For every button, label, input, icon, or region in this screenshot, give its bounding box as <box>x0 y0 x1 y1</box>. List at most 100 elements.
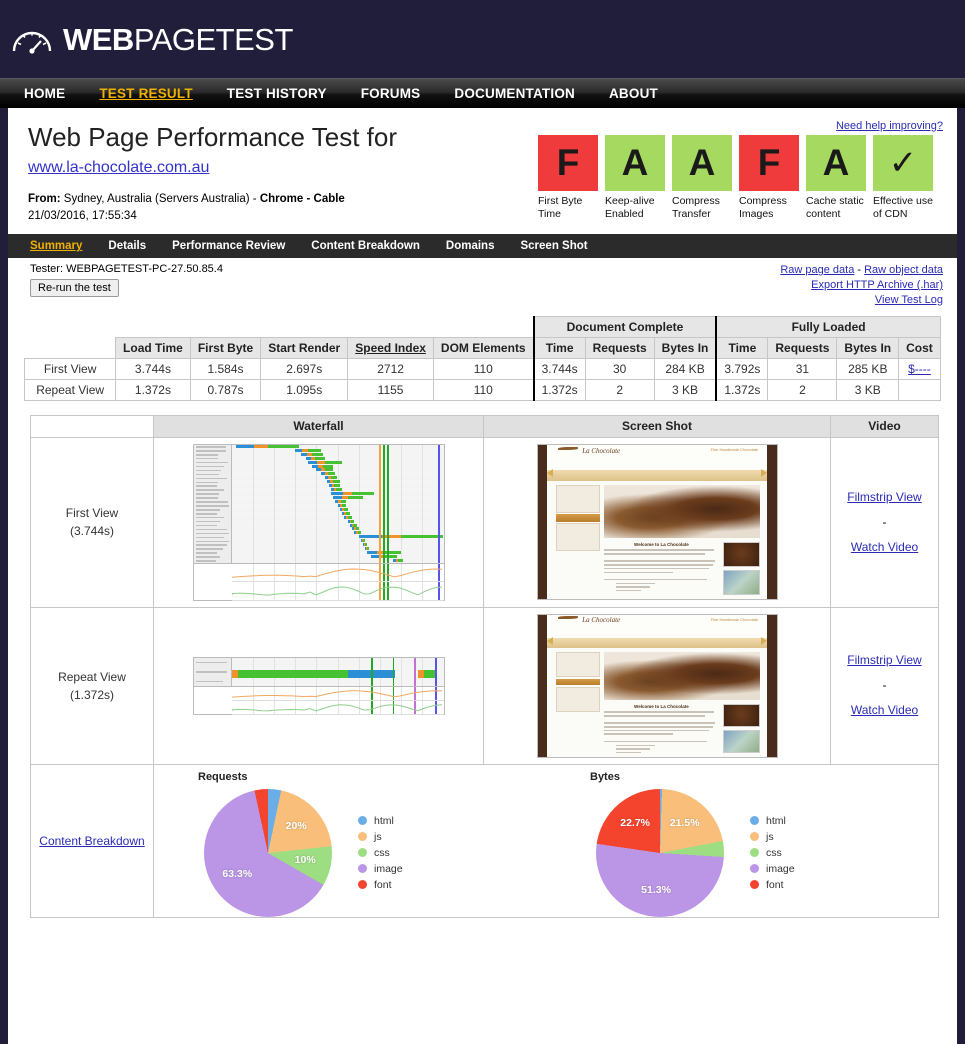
filmstrip-view-link[interactable]: Filmstrip View <box>847 490 921 504</box>
grade-label: Compress Transfer <box>672 195 732 220</box>
waterfall-request-bar <box>418 670 424 678</box>
screenshot-product-thumb <box>723 704 760 727</box>
masthead: WEBPAGETEST <box>0 0 965 78</box>
pie-charts: Requests 20% 10% 63.3% html js css image… <box>154 765 938 917</box>
raw-data-links-row: Raw page data - Raw object data <box>780 263 943 278</box>
grade-keep-alive-enabled[interactable]: A Keep-alive Enabled <box>605 135 665 220</box>
waterfall-request-bar <box>365 543 367 546</box>
site-screenshot-thumbnail[interactable]: La Chocolate Fine Handmade Chocolate Wel… <box>537 614 778 758</box>
nav-item-test-result[interactable]: TEST RESULT <box>99 86 192 101</box>
nav-item-test-history[interactable]: TEST HISTORY <box>227 86 327 101</box>
waterfall-request-bar <box>333 480 339 483</box>
tab-domains[interactable]: Domains <box>446 240 495 252</box>
need-help-improving-link[interactable]: Need help improving? <box>836 120 943 132</box>
repeat-view-screenshot-cell[interactable]: La Chocolate Fine Handmade Chocolate Wel… <box>484 607 831 764</box>
sidebar-box <box>556 687 600 712</box>
cell-dc-requests: 2 <box>585 379 654 400</box>
cost-link[interactable]: $---- <box>908 362 931 376</box>
nav-item-forums[interactable]: FORUMS <box>361 86 421 101</box>
legend-item: image <box>358 861 403 877</box>
cell-fl-time: 3.792s <box>716 358 768 379</box>
first-view-waterfall-cell[interactable] <box>154 437 484 607</box>
grade-compress-transfer[interactable]: A Compress Transfer <box>672 135 732 220</box>
legend-label: font <box>374 879 392 891</box>
waterfall-request-bar <box>367 551 376 554</box>
main-nav: HOME TEST RESULT TEST HISTORY FORUMS DOC… <box>0 78 965 108</box>
nav-item-about[interactable]: ABOUT <box>609 86 658 101</box>
repeat-view-label-cell: Repeat View (1.372s) <box>31 607 154 764</box>
re-run-test-button[interactable]: Re-run the test <box>30 279 119 297</box>
content-breakdown-link[interactable]: Content Breakdown <box>39 834 144 848</box>
tab-details[interactable]: Details <box>108 240 146 252</box>
views-blank-header <box>31 415 154 437</box>
grade-first-byte-time[interactable]: F First Byte Time <box>538 135 598 220</box>
waterfall-request-bar <box>358 531 361 534</box>
grade-label: Compress Images <box>739 195 799 220</box>
bytes-chart-row: 21.5% 51.3% 22.7% html js css image font <box>546 789 938 917</box>
waterfall-request-bar <box>334 484 339 487</box>
waterfall-request-bar <box>401 535 443 538</box>
screenshot-frame: La Chocolate Fine Handmade Chocolate Wel… <box>538 615 777 757</box>
waterfall-request-bar <box>384 555 397 558</box>
grade-effective-use-of-cdn[interactable]: ✓ Effective use of CDN <box>873 135 933 220</box>
pie-slice-label: 20% <box>280 820 312 832</box>
screenshot-product-thumb <box>723 570 760 595</box>
waterfall-request-bar <box>344 508 348 511</box>
site-logo[interactable]: WEBPAGETEST <box>10 21 293 57</box>
col-first-byte: First Byte <box>190 337 260 358</box>
waterfall-request-bar <box>325 461 342 464</box>
legend-label: image <box>766 863 795 875</box>
waterfall-request-bar <box>356 527 359 530</box>
grade-compress-images[interactable]: F Compress Images <box>739 135 799 220</box>
nav-arrow-left-icon <box>547 469 553 477</box>
screenshot-body-text: Welcome to La Chocolate <box>604 704 718 751</box>
tab-content-breakdown[interactable]: Content Breakdown <box>311 240 420 252</box>
col-fl-bytes-in: Bytes In <box>837 337 899 358</box>
waterfall-thumbnail[interactable] <box>193 444 445 601</box>
view-time: (3.744s) <box>32 522 152 540</box>
view-test-log-link[interactable]: View Test Log <box>875 294 943 306</box>
tested-url-link[interactable]: www.la-chocolate.com.au <box>28 159 209 177</box>
waterfall-request-bar <box>333 496 341 499</box>
waterfall-thumbnail[interactable] <box>193 657 445 715</box>
raw-page-data-link[interactable]: Raw page data <box>780 264 854 276</box>
nav-item-documentation[interactable]: DOCUMENTATION <box>454 86 575 101</box>
tab-screen-shot[interactable]: Screen Shot <box>520 240 587 252</box>
nav-item-home[interactable]: HOME <box>24 86 65 101</box>
raw-object-data-link[interactable]: Raw object data <box>864 264 943 276</box>
video-links-separator: - <box>883 515 887 529</box>
from-label: From: <box>28 193 61 205</box>
content-breakdown-label-cell[interactable]: Content Breakdown <box>31 764 154 917</box>
filmstrip-view-link[interactable]: Filmstrip View <box>847 653 921 667</box>
help-link-row: Need help improving? <box>538 120 943 132</box>
screenshot-hero-image <box>604 485 760 537</box>
cell-first-byte: 1.584s <box>190 358 260 379</box>
cpu-graph <box>232 582 444 601</box>
repeat-view-waterfall-cell[interactable] <box>154 607 484 764</box>
blank-corner <box>433 316 533 337</box>
screenshot-site-nav <box>547 470 767 481</box>
legend-label: font <box>766 879 784 891</box>
screenshot-frame: La Chocolate Fine Handmade Chocolate Wel… <box>538 445 777 599</box>
cell-cost[interactable]: $---- <box>899 358 941 379</box>
row-label-repeat-view: Repeat View <box>25 379 116 400</box>
waterfall-request-bar <box>353 524 356 527</box>
row-label-first-view: First View <box>25 358 116 379</box>
bytes-pie-chart: 21.5% 51.3% 22.7% <box>596 789 724 917</box>
col-speed-index[interactable]: Speed Index <box>348 337 434 358</box>
tab-performance-review[interactable]: Performance Review <box>172 240 285 252</box>
site-screenshot-thumbnail[interactable]: La Chocolate Fine Handmade Chocolate Wel… <box>537 444 778 600</box>
waterfall-request-bar <box>331 492 343 495</box>
grade-cache-static-content[interactable]: A Cache static content <box>806 135 866 220</box>
tab-summary[interactable]: Summary <box>30 240 82 252</box>
logo-test: TEST <box>216 22 293 57</box>
screenshot-site-nav <box>547 638 767 648</box>
watch-video-link[interactable]: Watch Video <box>851 540 918 554</box>
legend-label: image <box>374 863 403 875</box>
cell-fl-time: 1.372s <box>716 379 768 400</box>
first-view-screenshot-cell[interactable]: La Chocolate Fine Handmade Chocolate Wel… <box>484 437 831 607</box>
cell-cost <box>899 379 941 400</box>
waterfall-request-bar <box>312 453 323 456</box>
watch-video-link[interactable]: Watch Video <box>851 703 918 717</box>
export-har-link[interactable]: Export HTTP Archive (.har) <box>811 279 943 291</box>
